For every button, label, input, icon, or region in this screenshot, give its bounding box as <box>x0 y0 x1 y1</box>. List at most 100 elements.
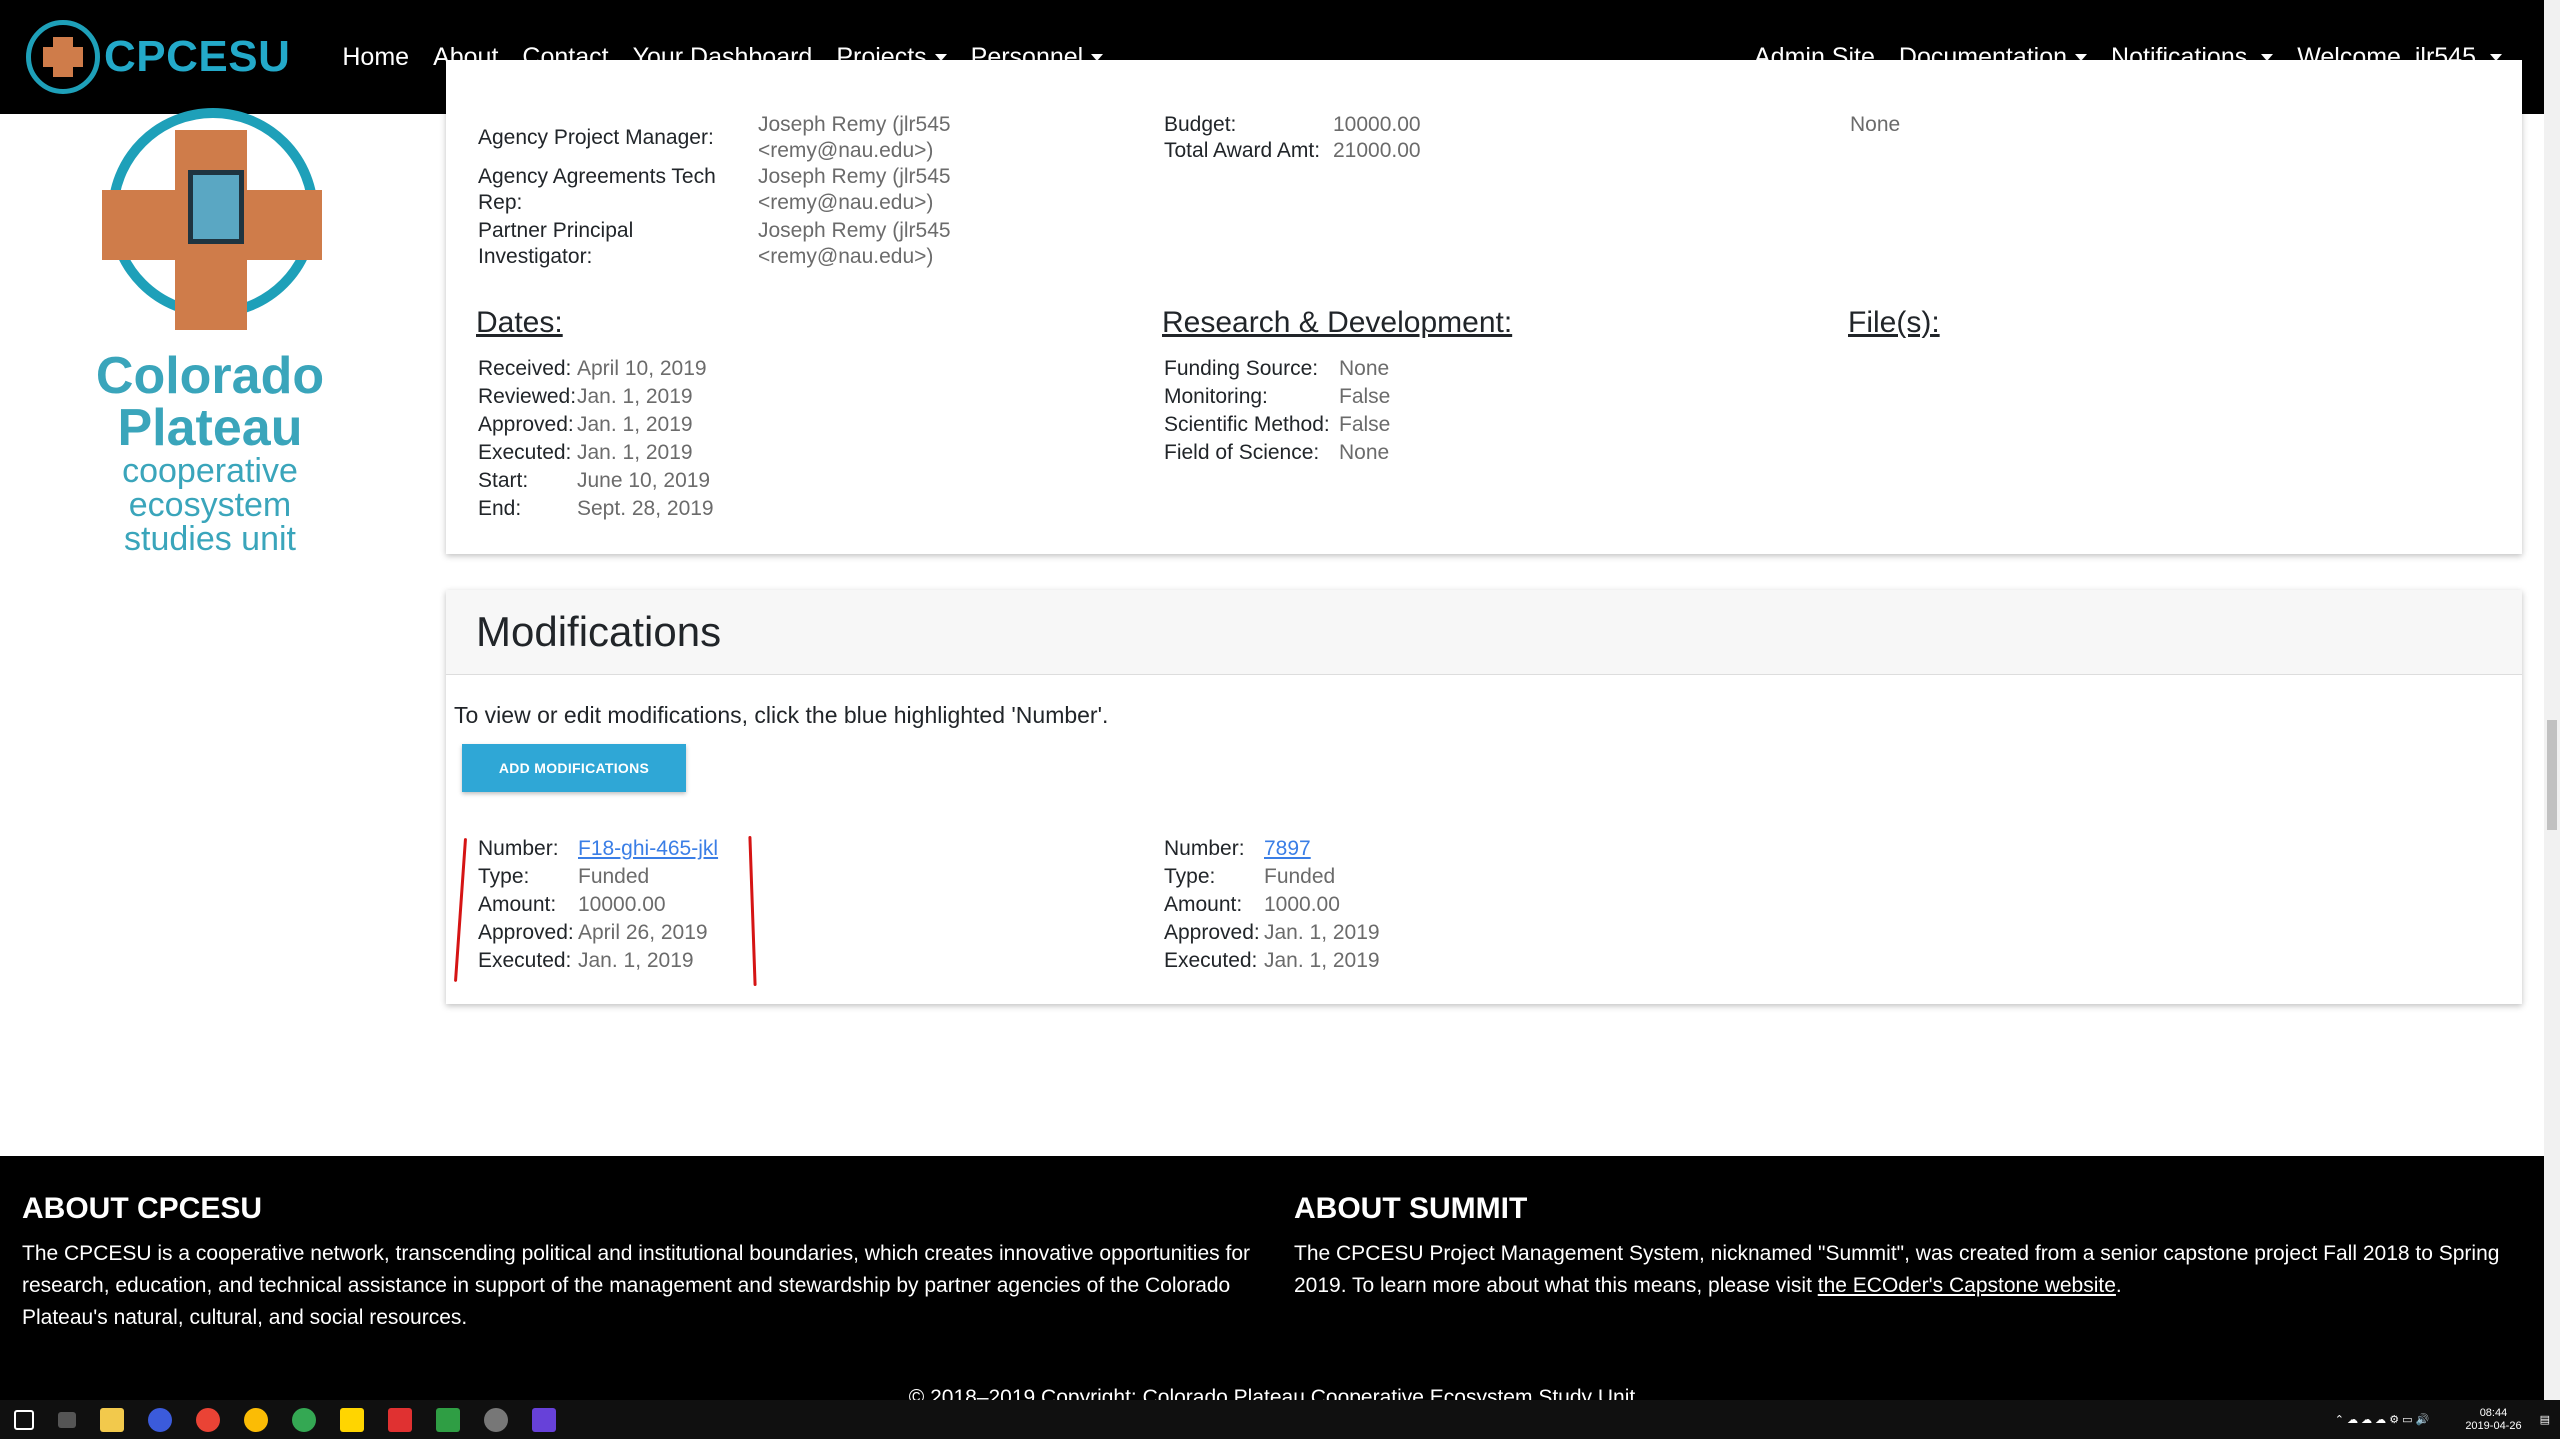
capstone-website-link[interactable]: the ECOder's Capstone website <box>1818 1274 2116 1297</box>
task-view-icon[interactable] <box>58 1411 76 1428</box>
date-value: April 10, 2019 <box>577 357 707 380</box>
modifications-info-text: To view or edit modifications, click the… <box>454 702 1109 728</box>
chrome-icon[interactable] <box>292 1407 316 1432</box>
chrome-icon[interactable] <box>196 1407 220 1432</box>
app-icon[interactable] <box>388 1407 412 1432</box>
file-explorer-icon[interactable] <box>100 1407 124 1432</box>
total-award-label: Total Award Amt: <box>1164 139 1321 162</box>
mod-amount-label: Amount: <box>478 893 557 916</box>
mod-type-value: Funded <box>578 865 650 888</box>
windows-start-icon[interactable] <box>14 1409 34 1430</box>
logo-text-ecosystem: ecosystem <box>128 486 292 524</box>
rnd-value: False <box>1339 385 1391 408</box>
agency-pm-value-line2: <remy@nau.edu>) <box>758 139 934 162</box>
budget-value: 10000.00 <box>1333 113 1421 136</box>
app-icon[interactable] <box>532 1407 556 1432</box>
modifications-header: Modifications <box>446 590 2522 675</box>
nav-home[interactable]: Home <box>342 43 409 72</box>
date-label: Received: <box>478 357 572 380</box>
agency-pm-value-line1: Joseph Remy (jlr545 <box>758 113 951 136</box>
partner-pi-value-line1: Joseph Remy (jlr545 <box>758 219 951 242</box>
cpcesu-logo-icon <box>26 20 100 94</box>
mod-approved-value: Jan. 1, 2019 <box>1264 921 1380 944</box>
scrollbar-thumb[interactable] <box>2547 720 2557 830</box>
clock[interactable]: 08:44 2019-04-26 <box>2465 1407 2521 1433</box>
system-tray: ⌃ ☁ ☁ ☁ ⚙ ▭ 🔊 08:44 2019-04-26 ▤ <box>2335 1400 2550 1439</box>
mod-number-label: Number: <box>1164 837 1245 860</box>
date-value: Jan. 1, 2019 <box>577 385 693 408</box>
logo-text-studies-unit: studies unit <box>124 520 296 558</box>
date-value: Jan. 1, 2019 <box>577 413 693 436</box>
partner-pi-value-line2: <remy@nau.edu>) <box>758 245 934 268</box>
clock-date: 2019-04-26 <box>2465 1419 2522 1432</box>
app-icon[interactable] <box>436 1407 460 1432</box>
date-label: Executed: <box>478 441 572 464</box>
rnd-value: None <box>1339 357 1390 380</box>
mod-number-link[interactable]: F18-ghi-465-jkl <box>578 836 718 862</box>
rnd-label: Funding Source: <box>1164 357 1319 380</box>
date-label: Approved: <box>478 413 574 436</box>
rnd-label: Scientific Method: <box>1164 413 1330 436</box>
files-heading: File(s): <box>1848 306 1940 339</box>
date-label: End: <box>478 497 522 520</box>
chrome-icon[interactable] <box>244 1407 268 1432</box>
dates-heading: Dates: <box>476 306 563 339</box>
tray-icons[interactable]: ⌃ ☁ ☁ ☁ ⚙ ▭ 🔊 <box>2335 1413 2430 1426</box>
mod-type-label: Type: <box>478 865 530 888</box>
rnd-label: Field of Science: <box>1164 441 1320 464</box>
modifications-card: Modifications To view or edit modificati… <box>446 590 2522 1004</box>
about-cpcesu-heading: ABOUT CPCESU <box>22 1192 263 1225</box>
mod-approved-label: Approved: <box>1164 921 1260 944</box>
mod-executed-label: Executed: <box>478 949 572 972</box>
mod-approved-value: April 26, 2019 <box>578 921 708 944</box>
mod-executed-label: Executed: <box>1164 949 1258 972</box>
add-modifications-button[interactable]: ADD MODIFICATIONS <box>462 744 686 792</box>
about-summit-text: The CPCESU Project Management System, ni… <box>1294 1242 2500 1297</box>
date-value: Jan. 1, 2019 <box>577 441 693 464</box>
agreements-tech-label-line2: Rep: <box>478 191 523 214</box>
mod-number-link[interactable]: 7897 <box>1264 836 1311 862</box>
app-icon[interactable] <box>148 1407 172 1432</box>
research-development-heading: Research & Development: <box>1162 306 1513 339</box>
rnd-value: False <box>1339 413 1391 436</box>
agency-pm-label: Agency Project Manager: <box>478 126 714 149</box>
notifications-icon[interactable]: ▤ <box>2540 1413 2550 1426</box>
about-cpcesu-text: The CPCESU is a cooperative network, tra… <box>22 1242 1250 1329</box>
about-summit-heading: ABOUT SUMMIT <box>1294 1192 1528 1225</box>
brand-link[interactable]: CPCESU <box>26 20 290 94</box>
project-details-card: Agency Project Manager: Joseph Remy (jlr… <box>446 60 2522 554</box>
rnd-value: None <box>1339 441 1390 464</box>
budget-label: Budget: <box>1164 113 1237 136</box>
date-value: June 10, 2019 <box>577 469 711 492</box>
mod-executed-value: Jan. 1, 2019 <box>1264 949 1380 972</box>
agreements-tech-value-line2: <remy@nau.edu>) <box>758 191 934 214</box>
cpcesu-emblem-icon <box>80 90 340 350</box>
partner-pi-label-line2: Investigator: <box>478 245 593 268</box>
total-award-value: 21000.00 <box>1333 139 1421 162</box>
mod-approved-label: Approved: <box>478 921 574 944</box>
partner-pi-label-line1: Partner Principal <box>478 219 634 242</box>
sticky-notes-icon[interactable] <box>340 1407 364 1432</box>
red-annotation-mark <box>748 835 757 987</box>
rnd-label: Monitoring: <box>1164 385 1268 408</box>
mod-amount-label: Amount: <box>1164 893 1243 916</box>
date-value: Sept. 28, 2019 <box>577 497 714 520</box>
mod-number-label: Number: <box>478 837 559 860</box>
page-scrollbar[interactable] <box>2544 0 2560 1400</box>
logo-text-colorado: Colorado <box>95 347 325 405</box>
cpcesu-side-logo: Colorado Plateau cooperative ecosystem s… <box>70 90 350 556</box>
mod-executed-value: Jan. 1, 2019 <box>578 949 694 972</box>
agreements-tech-label-line1: Agency Agreements Tech <box>478 165 716 188</box>
brand-name: CPCESU <box>104 32 291 81</box>
mod-amount-value: 10000.00 <box>578 893 666 916</box>
mod-type-value: Funded <box>1264 865 1336 888</box>
logo-text-cooperative: cooperative <box>122 452 298 490</box>
mod-amount-value: 1000.00 <box>1264 893 1340 916</box>
red-annotation-mark <box>453 838 468 982</box>
date-label: Reviewed: <box>478 385 577 408</box>
page-footer: ABOUT CPCESU The CPCESU is a cooperative… <box>0 1156 2544 1409</box>
windows-taskbar: ⌃ ☁ ☁ ☁ ⚙ ▭ 🔊 08:44 2019-04-26 ▤ <box>0 1400 2560 1439</box>
third-column-value: None <box>1850 113 1901 136</box>
logo-text-plateau: Plateau <box>117 399 303 457</box>
app-icon[interactable] <box>484 1407 508 1432</box>
